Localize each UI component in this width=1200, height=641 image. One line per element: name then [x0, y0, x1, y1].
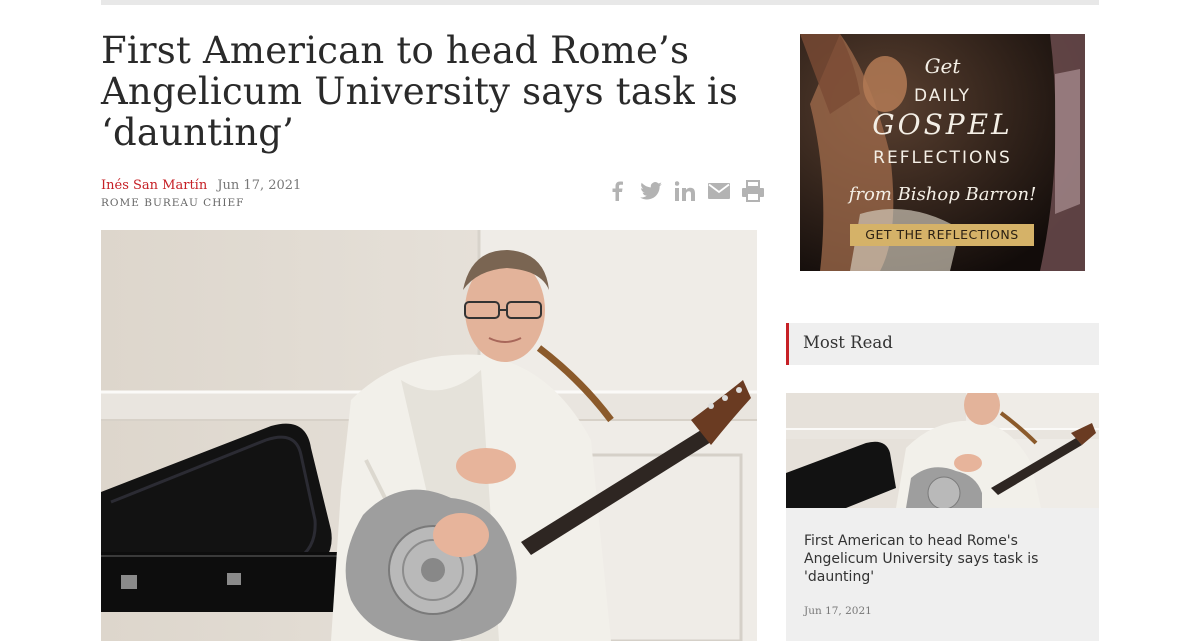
most-read-card[interactable]: First American to head Rome's Angelicum … — [786, 393, 1099, 641]
card-date: Jun 17, 2021 — [804, 605, 872, 617]
most-read-header: Most Read — [786, 323, 1099, 365]
share-bar — [604, 178, 766, 204]
linkedin-icon[interactable] — [672, 178, 698, 204]
ad-gospel-text: GOSPEL — [872, 108, 1013, 141]
author-link[interactable]: Inés San Martín — [101, 178, 207, 193]
top-bar — [101, 0, 1099, 5]
gospel-ad-banner[interactable]: Get DAILY GOSPEL REFLECTIONS from Bishop… — [800, 34, 1085, 271]
ad-reflections-text: REFLECTIONS — [873, 148, 1012, 168]
twitter-icon[interactable] — [638, 178, 664, 204]
ad-get-text: Get — [924, 54, 961, 78]
ad-from-text: from Bishop Barron! — [848, 184, 1037, 205]
article-title: First American to head Rome’s Angelicum … — [101, 29, 739, 154]
byline: Inés San Martín Jun 17, 2021 — [101, 178, 301, 193]
author-role: ROME BUREAU CHIEF — [101, 197, 245, 209]
card-title[interactable]: First American to head Rome's Angelicum … — [804, 532, 1089, 586]
facebook-icon[interactable] — [604, 178, 630, 204]
hero-image — [101, 230, 757, 641]
print-icon[interactable] — [740, 178, 766, 204]
email-icon[interactable] — [706, 178, 732, 204]
ad-daily-text: DAILY — [913, 86, 972, 106]
card-thumbnail — [786, 393, 1099, 508]
article-date: Jun 17, 2021 — [217, 178, 302, 193]
ad-cta-button[interactable]: GET THE REFLECTIONS — [850, 224, 1034, 246]
most-read-label: Most Read — [803, 333, 893, 352]
